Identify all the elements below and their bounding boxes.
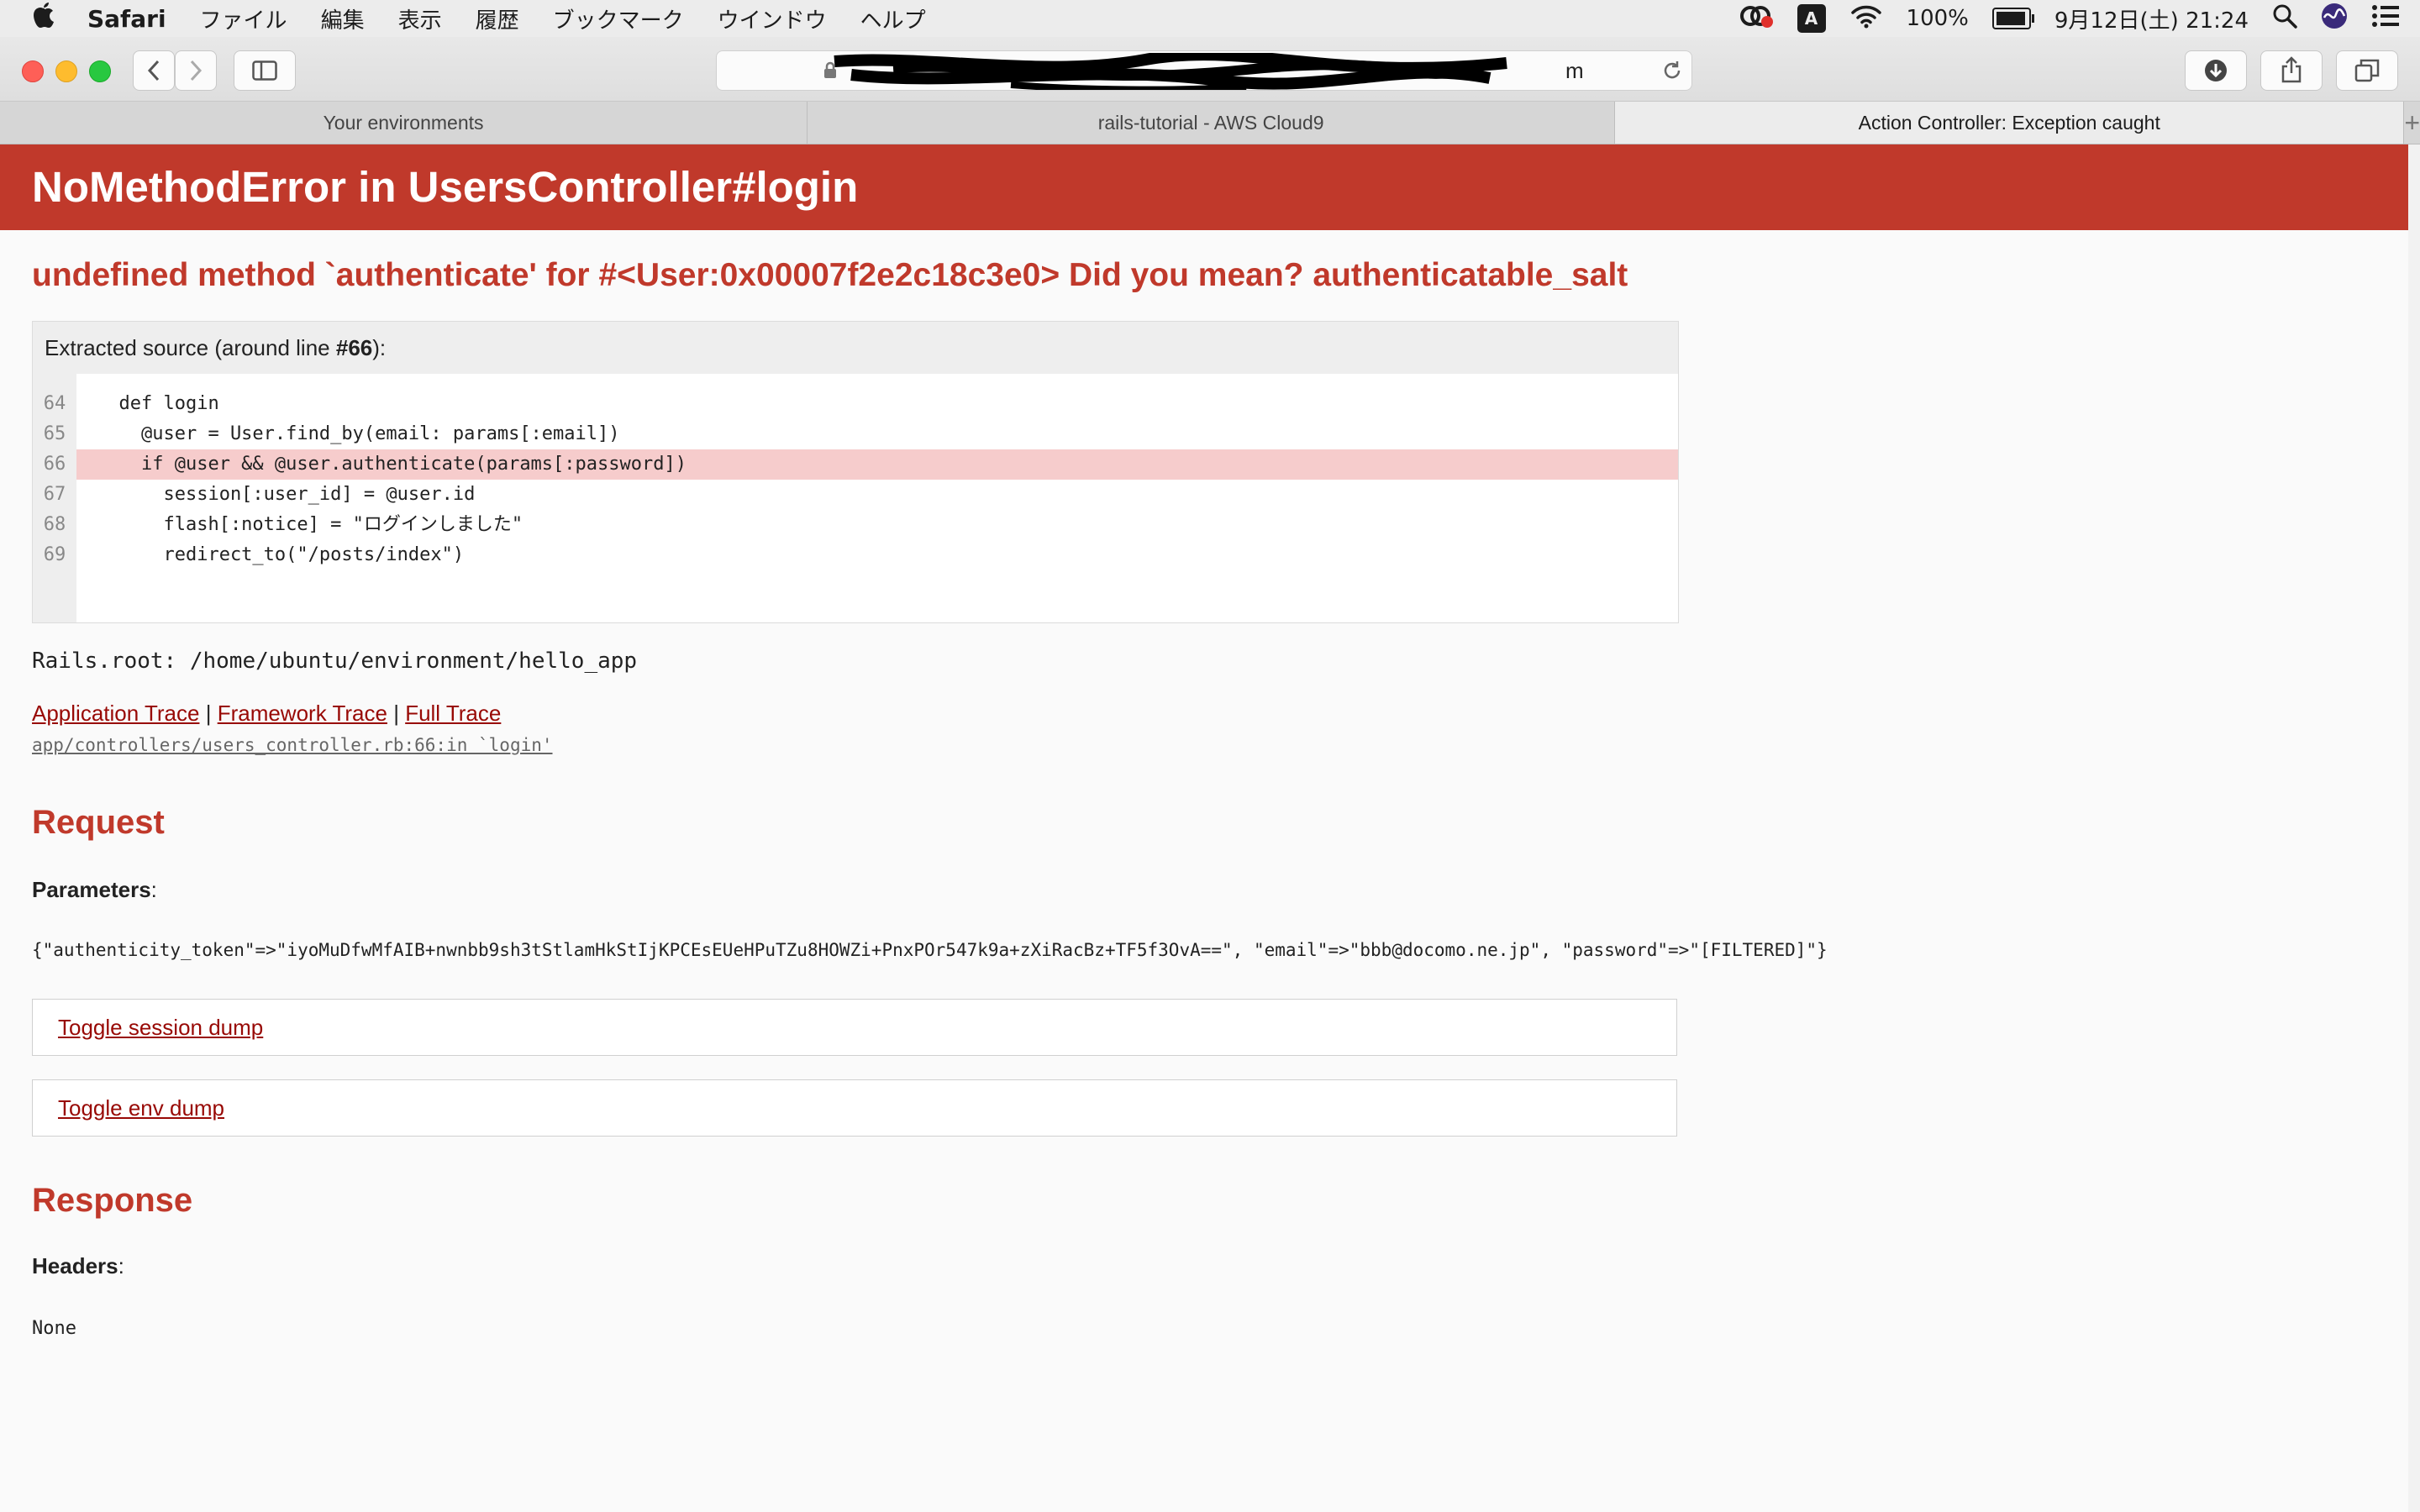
notification-center-icon[interactable] [2371,4,2400,34]
line-number: 66 [43,454,66,475]
parameters-label: Parameters [32,877,151,902]
trace-links: Application Trace | Framework Trace | Fu… [32,701,2408,727]
env-dump-box: Toggle env dump [32,1079,1677,1137]
apple-menu-icon[interactable] [32,1,60,36]
menu-bar: Safari ファイル 編集 表示 履歴 ブックマーク ウインドウ ヘルプ A … [0,0,2420,37]
forward-button[interactable] [175,50,217,91]
menu-app-name[interactable]: Safari [87,5,166,33]
application-trace-link[interactable]: Application Trace [32,701,199,726]
source-header-prefix: Extracted source (around line [45,335,336,360]
wifi-icon[interactable] [1849,3,1883,34]
menu-window[interactable]: ウインドウ [718,3,827,34]
sidebar-icon [252,60,277,81]
download-icon [2205,60,2227,81]
page-title: NoMethodError in UsersController#login [32,163,859,211]
input-source-indicator[interactable]: A [1797,4,1826,33]
scrollbar-track[interactable] [2408,144,2420,1512]
chevron-left-icon [147,60,160,81]
headers-label: Headers [32,1253,118,1278]
battery-icon[interactable] [1991,8,2034,29]
share-button[interactable] [2260,50,2323,91]
source-header: Extracted source (around line #66): [33,322,1678,374]
tab-your-environments[interactable]: Your environments [0,102,808,144]
clock[interactable]: 9月12日(土) 21:24 [2054,3,2249,34]
source-code: def login @user = User.find_by(email: pa… [76,374,1678,622]
menu-view[interactable]: 表示 [398,3,442,34]
error-header: NoMethodError in UsersController#login [0,144,2408,230]
browser-toolbar: m [0,37,2420,102]
trace-separator: | [393,701,399,726]
siri-icon[interactable] [2321,3,2348,35]
exception-message: undefined method `authenticate' for #<Us… [32,257,1628,293]
full-trace-link[interactable]: Full Trace [405,701,501,726]
line-number: 64 [43,393,66,414]
code-line: def login [97,393,219,414]
line-number: 67 [43,484,66,505]
toggle-env-dump-link[interactable]: Toggle env dump [58,1095,224,1121]
request-heading: Request [32,804,165,841]
new-tab-button[interactable]: + [2404,102,2420,144]
close-window-button[interactable] [22,60,44,82]
trace-line-link[interactable]: app/controllers/users_controller.rb:66:i… [32,735,2408,755]
menu-bookmarks[interactable]: ブックマーク [553,3,684,34]
reload-icon[interactable] [1661,60,1683,81]
session-dump-box: Toggle session dump [32,999,1677,1056]
framework-trace-link[interactable]: Framework Trace [218,701,387,726]
headers-value: None [32,1318,76,1339]
trace-separator: | [205,701,212,726]
code-line: flash[:notice] = "ログインしました" [97,514,523,535]
response-heading: Response [32,1182,193,1219]
menu-edit[interactable]: 編集 [321,3,365,34]
toggle-session-dump-link[interactable]: Toggle session dump [58,1015,263,1040]
share-icon [2281,56,2302,83]
code-line: @user = User.find_by(email: params[:emai… [97,423,620,444]
menu-help[interactable]: ヘルプ [860,3,926,34]
headers-label-row: Headers: [32,1253,124,1278]
line-number: 65 [43,423,66,444]
page-content: NoMethodError in UsersController#login u… [0,144,2408,1512]
address-bar[interactable]: m [716,50,1692,91]
code-line: session[:user_id] = @user.id [97,484,476,505]
menu-history[interactable]: 履歴 [476,3,519,34]
sidebar-toggle-button[interactable] [234,50,296,91]
source-header-suffix: ): [372,335,387,360]
source-header-line: #66 [335,335,373,360]
tab-bar: Your environments rails-tutorial - AWS C… [0,102,2420,144]
parameters-label-row: Parameters: [32,877,157,902]
zoom-window-button[interactable] [89,60,111,82]
parameters-value: {"authenticity_token"=>"iyoMuDfwMfAIB+nw… [32,940,1828,960]
tab-overview-button[interactable] [2336,50,2398,91]
creative-cloud-icon[interactable] [1739,3,1774,34]
back-button[interactable] [133,50,175,91]
tabs-icon [2354,59,2380,82]
extracted-source: Extracted source (around line #66): 64 6… [32,321,1679,623]
line-numbers: 64 65 66 67 68 69 [33,374,76,622]
chevron-right-icon [190,60,203,81]
code-line: redirect_to("/posts/index") [97,544,465,565]
menu-file[interactable]: ファイル [200,3,287,34]
battery-percent[interactable]: 100% [1907,6,1969,31]
line-number: 69 [43,544,66,565]
redaction-scribble [834,53,1507,90]
downloads-button[interactable] [2185,50,2247,91]
minimize-window-button[interactable] [55,60,77,82]
tab-exception-caught[interactable]: Action Controller: Exception caught [1615,102,2405,144]
code-line-highlighted: if @user && @user.authenticate(params[:p… [76,449,1678,480]
spotlight-search-icon[interactable] [2272,3,2297,34]
tab-rails-tutorial[interactable]: rails-tutorial - AWS Cloud9 [808,102,1616,144]
line-number: 68 [43,514,66,535]
url-visible-text: m [1565,58,1584,83]
rails-root: Rails.root: /home/ubuntu/environment/hel… [32,648,638,674]
